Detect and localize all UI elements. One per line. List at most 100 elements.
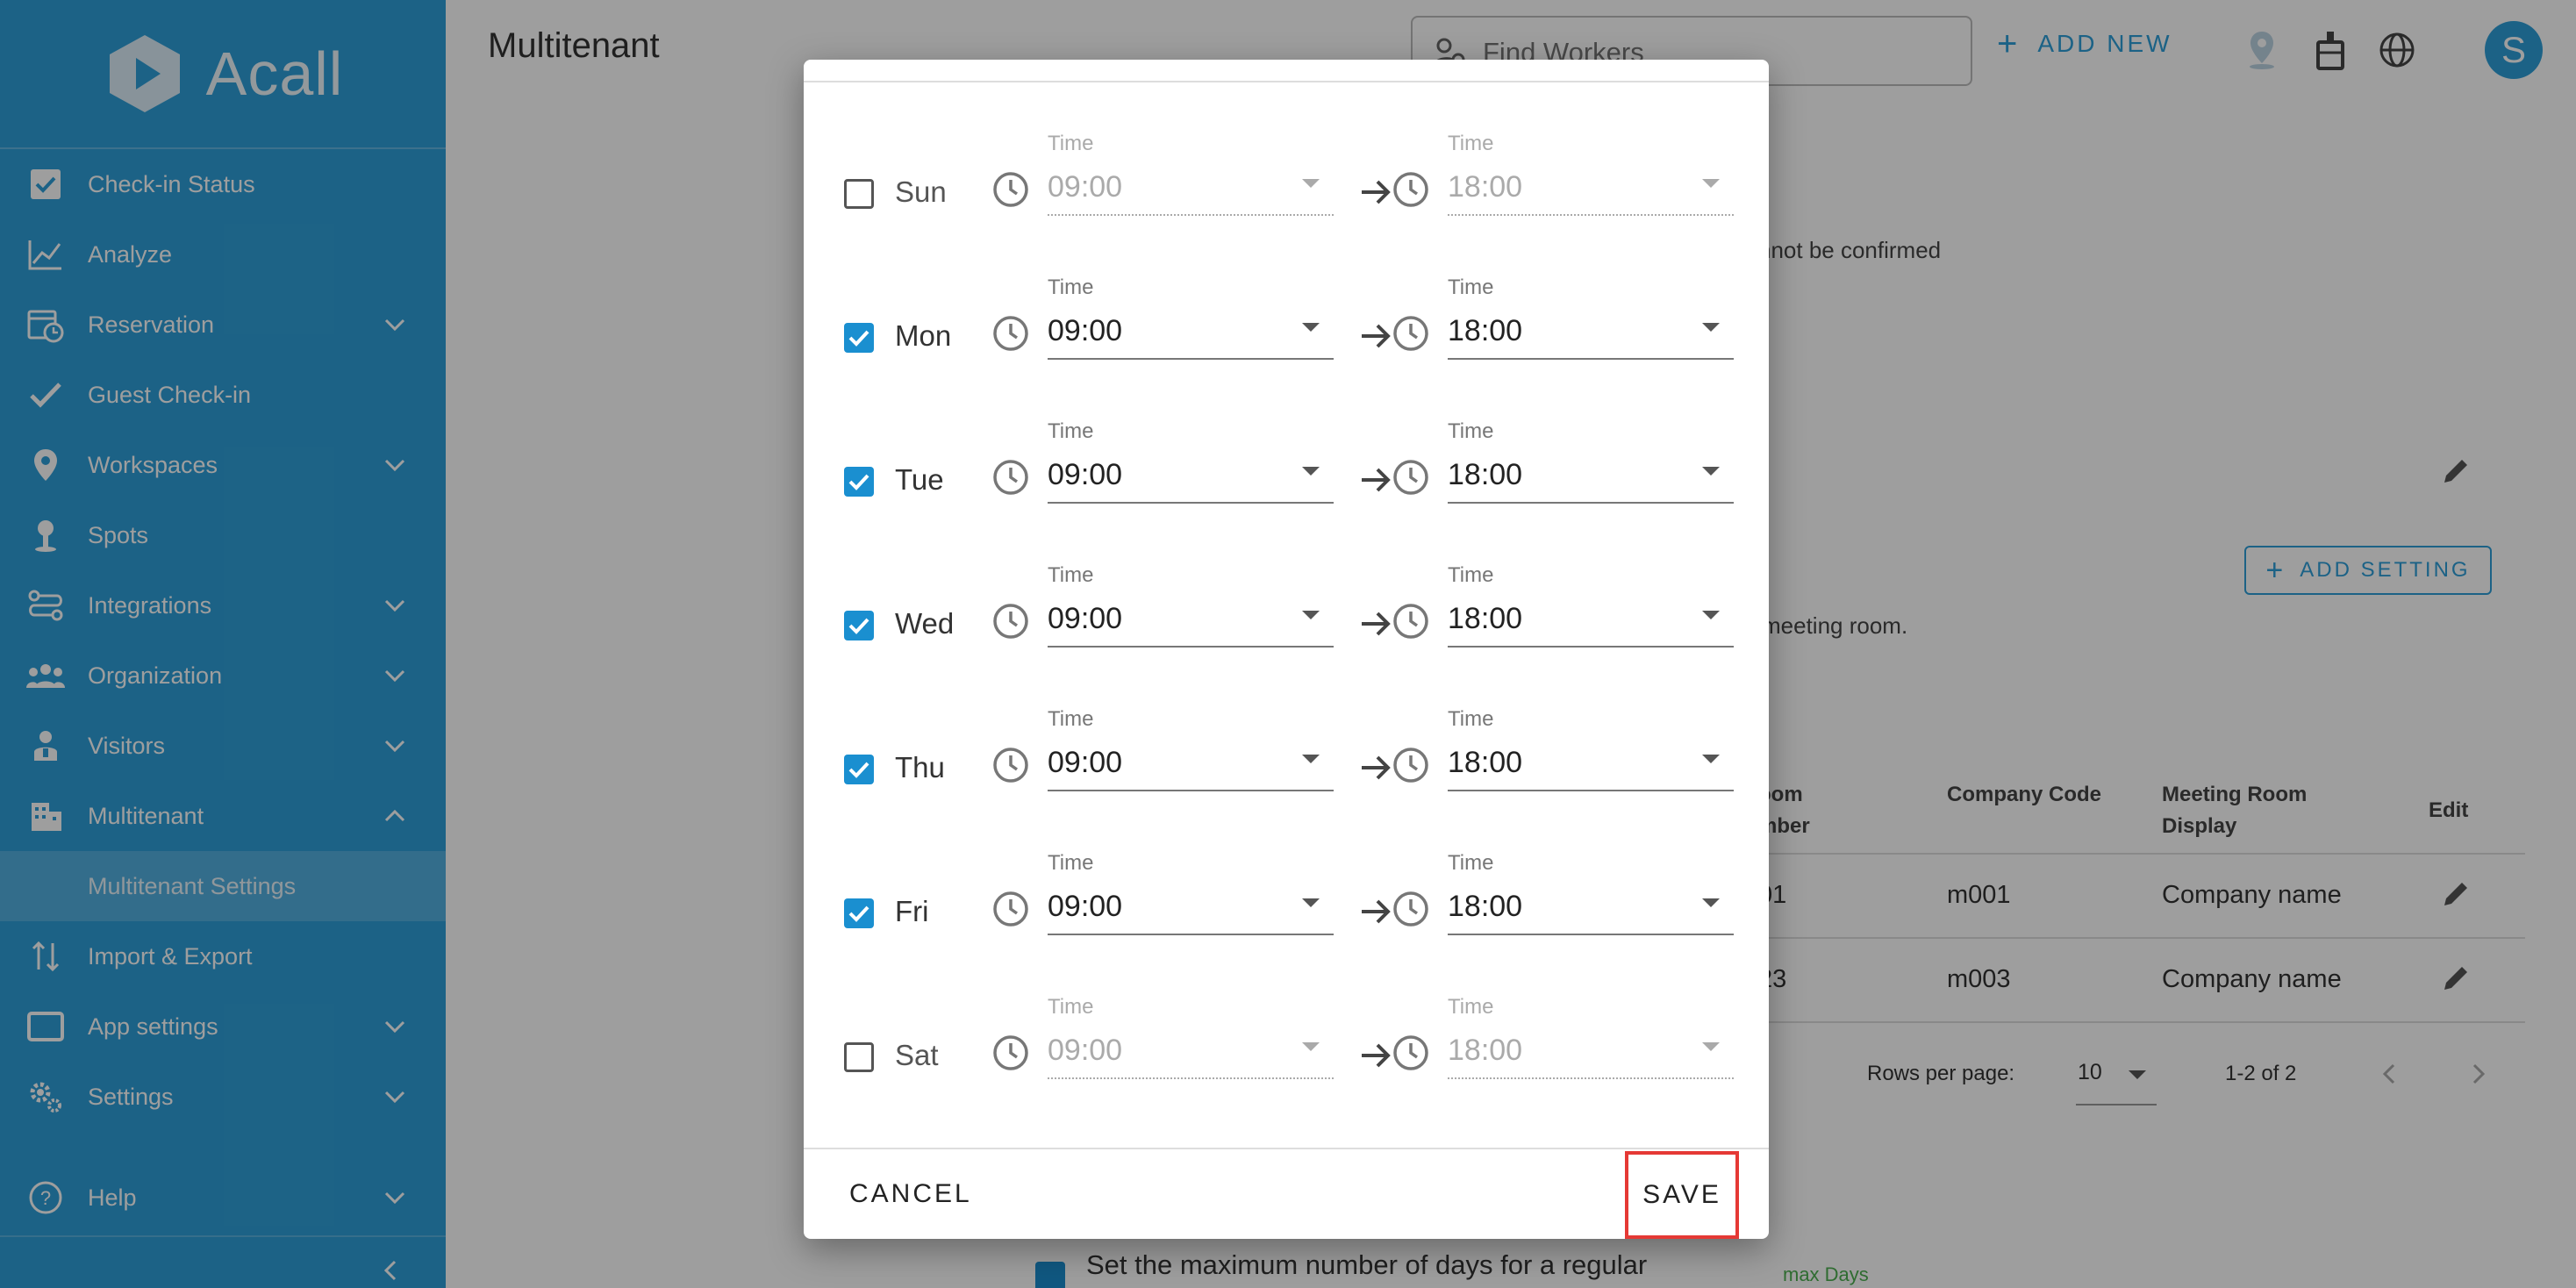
- end-time-select[interactable]: Time 18:00: [1448, 981, 1734, 1081]
- end-time-label: Time: [1448, 419, 1494, 443]
- start-time-select[interactable]: Time 09:00: [1048, 693, 1334, 793]
- day-row-sun: Sun Time 09:00 Time 18:00: [804, 118, 1769, 249]
- day-label: Thu: [895, 751, 945, 784]
- dropdown-caret-icon: [1702, 755, 1720, 763]
- clock-icon: [991, 1034, 1030, 1072]
- clock-icon: [1392, 458, 1430, 497]
- end-time-value: 18:00: [1448, 314, 1523, 347]
- clock-icon: [991, 746, 1030, 784]
- field-underline: [1448, 934, 1734, 935]
- clock-icon: [991, 170, 1030, 209]
- arrow-right-icon: [1358, 462, 1395, 498]
- end-time-select[interactable]: Time 18:00: [1448, 261, 1734, 361]
- clock-icon: [1392, 746, 1430, 784]
- end-time-label: Time: [1448, 707, 1494, 731]
- day-row-wed: Wed Time 09:00 Time 18:00: [804, 549, 1769, 681]
- start-time-value: 09:00: [1048, 746, 1123, 779]
- start-time-select[interactable]: Time 09:00: [1048, 981, 1334, 1081]
- save-button[interactable]: SAVE: [1625, 1151, 1739, 1239]
- clock-icon: [1392, 170, 1430, 209]
- end-time-value: 18:00: [1448, 746, 1523, 779]
- start-time-value: 09:00: [1048, 1034, 1123, 1067]
- dropdown-caret-icon: [1702, 611, 1720, 619]
- day-checkbox[interactable]: [844, 323, 874, 353]
- end-time-value: 18:00: [1448, 602, 1523, 635]
- start-time-value: 09:00: [1048, 890, 1123, 923]
- clock-icon: [991, 890, 1030, 928]
- clock-icon: [991, 458, 1030, 497]
- field-underline: [1048, 934, 1334, 935]
- day-checkbox[interactable]: [844, 1042, 874, 1072]
- day-checkbox[interactable]: [844, 467, 874, 497]
- day-label: Sat: [895, 1039, 939, 1071]
- end-time-select[interactable]: Time 18:00: [1448, 118, 1734, 218]
- day-checkbox[interactable]: [844, 898, 874, 928]
- day-label: Wed: [895, 607, 955, 640]
- start-time-label: Time: [1048, 275, 1094, 299]
- field-underline: [1448, 790, 1734, 791]
- arrow-right-icon: [1358, 605, 1395, 642]
- field-underline: [1448, 1077, 1734, 1079]
- arrow-right-icon: [1358, 174, 1395, 211]
- clock-icon: [991, 314, 1030, 353]
- dropdown-caret-icon: [1302, 179, 1320, 188]
- field-underline: [1448, 214, 1734, 216]
- end-time-select[interactable]: Time 18:00: [1448, 837, 1734, 937]
- day-label: Tue: [895, 463, 944, 496]
- dropdown-caret-icon: [1302, 467, 1320, 476]
- dropdown-caret-icon: [1702, 323, 1720, 332]
- field-underline: [1048, 1077, 1334, 1079]
- end-time-value: 18:00: [1448, 1034, 1523, 1067]
- start-time-select[interactable]: Time 09:00: [1048, 549, 1334, 649]
- day-row-thu: Thu Time 09:00 Time 18:00: [804, 693, 1769, 825]
- end-time-value: 18:00: [1448, 890, 1523, 923]
- clock-icon: [1392, 890, 1430, 928]
- day-row-sat: Sat Time 09:00 Time 18:00: [804, 981, 1769, 1113]
- start-time-select[interactable]: Time 09:00: [1048, 118, 1334, 218]
- cancel-button[interactable]: CANCEL: [849, 1179, 972, 1209]
- dropdown-caret-icon: [1702, 179, 1720, 188]
- day-checkbox[interactable]: [844, 755, 874, 784]
- dropdown-caret-icon: [1702, 467, 1720, 476]
- dropdown-caret-icon: [1702, 898, 1720, 907]
- end-time-label: Time: [1448, 851, 1494, 875]
- end-time-value: 18:00: [1448, 170, 1523, 204]
- start-time-label: Time: [1048, 132, 1094, 155]
- field-underline: [1048, 646, 1334, 648]
- arrow-right-icon: [1358, 893, 1395, 930]
- end-time-label: Time: [1448, 275, 1494, 299]
- start-time-select[interactable]: Time 09:00: [1048, 405, 1334, 505]
- start-time-label: Time: [1048, 563, 1094, 587]
- field-underline: [1048, 214, 1334, 216]
- dropdown-caret-icon: [1302, 1042, 1320, 1051]
- end-time-label: Time: [1448, 995, 1494, 1019]
- start-time-select[interactable]: Time 09:00: [1048, 261, 1334, 361]
- end-time-select[interactable]: Time 18:00: [1448, 549, 1734, 649]
- field-underline: [1048, 358, 1334, 360]
- day-checkbox[interactable]: [844, 179, 874, 209]
- start-time-label: Time: [1048, 419, 1094, 443]
- day-label: Sun: [895, 175, 947, 208]
- start-time-value: 09:00: [1048, 458, 1123, 491]
- dropdown-caret-icon: [1702, 1042, 1720, 1051]
- start-time-label: Time: [1048, 851, 1094, 875]
- day-checkbox[interactable]: [844, 611, 874, 640]
- start-time-select[interactable]: Time 09:00: [1048, 837, 1334, 937]
- day-row-mon: Mon Time 09:00 Time 18:00: [804, 261, 1769, 393]
- end-time-select[interactable]: Time 18:00: [1448, 405, 1734, 505]
- clock-icon: [1392, 1034, 1430, 1072]
- day-row-tue: Tue Time 09:00 Time 18:00: [804, 405, 1769, 537]
- arrow-right-icon: [1358, 749, 1395, 786]
- start-time-value: 09:00: [1048, 170, 1123, 204]
- start-time-label: Time: [1048, 707, 1094, 731]
- arrow-right-icon: [1358, 1037, 1395, 1074]
- field-underline: [1448, 646, 1734, 648]
- end-time-value: 18:00: [1448, 458, 1523, 491]
- arrow-right-icon: [1358, 318, 1395, 354]
- end-time-select[interactable]: Time 18:00: [1448, 693, 1734, 793]
- end-time-label: Time: [1448, 132, 1494, 155]
- start-time-label: Time: [1048, 995, 1094, 1019]
- field-underline: [1448, 502, 1734, 504]
- dialog-footer-divider: [804, 1148, 1769, 1149]
- start-time-value: 09:00: [1048, 314, 1123, 347]
